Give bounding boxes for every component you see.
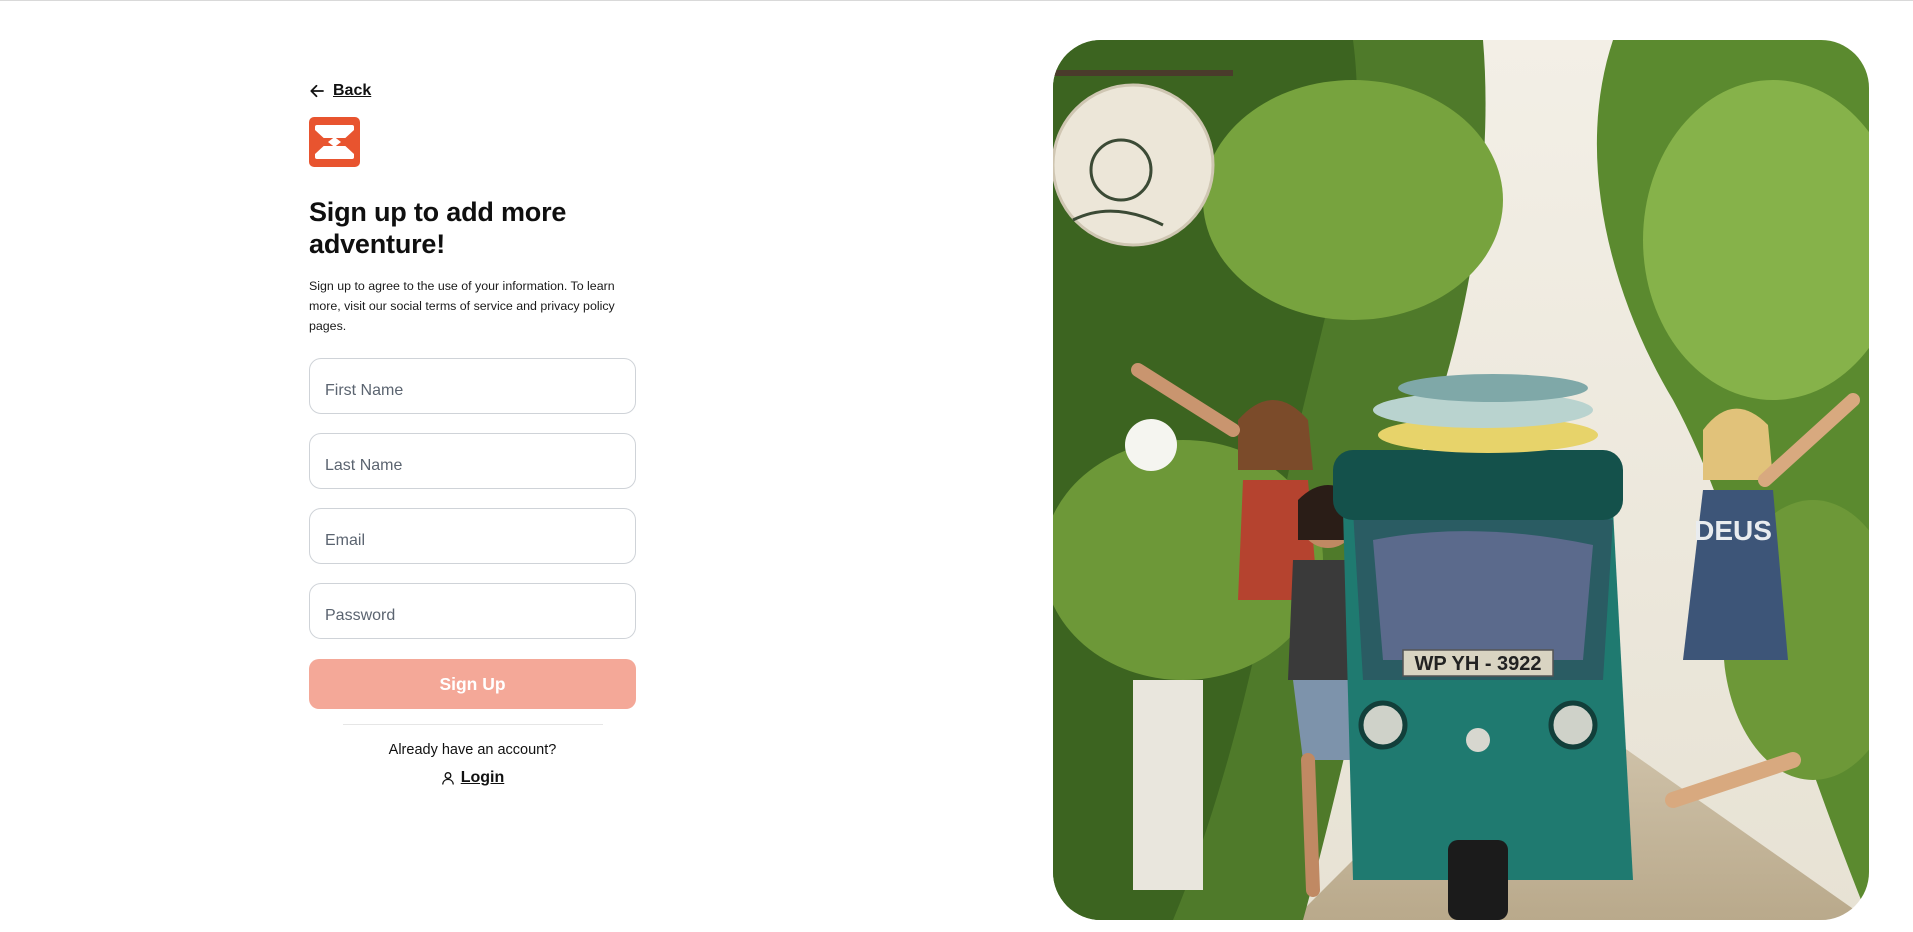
signup-panel: Back Sign up to add more adventure! Sign… — [309, 78, 636, 787]
plate-text: WP YH - 3922 — [1414, 653, 1541, 675]
arrow-left-icon — [310, 84, 324, 98]
login-label: Login — [460, 769, 505, 786]
top-border — [0, 0, 1913, 1]
signup-description: Sign up to agree to the use of your info… — [309, 279, 615, 333]
back-link[interactable]: Back — [309, 78, 636, 104]
last-name-field[interactable] — [309, 433, 636, 489]
back-label: Back — [333, 82, 372, 99]
shirt-text: DEUS — [1694, 515, 1772, 546]
first-name-input[interactable] — [325, 382, 620, 400]
hero-photo: WP YH - 3922 DEUS — [1053, 40, 1869, 920]
user-icon — [441, 772, 454, 785]
already-account-text: Already have an account? — [388, 742, 557, 758]
last-name-input[interactable] — [325, 457, 620, 475]
divider — [342, 724, 603, 725]
password-field[interactable] — [309, 583, 636, 639]
email-input[interactable] — [325, 532, 620, 550]
brand-logo-icon — [309, 117, 360, 167]
login-link[interactable]: Login — [309, 769, 636, 787]
sign-up-button[interactable]: Sign Up — [309, 659, 636, 709]
page-title: Sign up to add more adventure! — [309, 197, 567, 259]
password-input[interactable] — [325, 607, 620, 625]
email-field[interactable] — [309, 508, 636, 564]
first-name-field[interactable] — [309, 358, 636, 414]
